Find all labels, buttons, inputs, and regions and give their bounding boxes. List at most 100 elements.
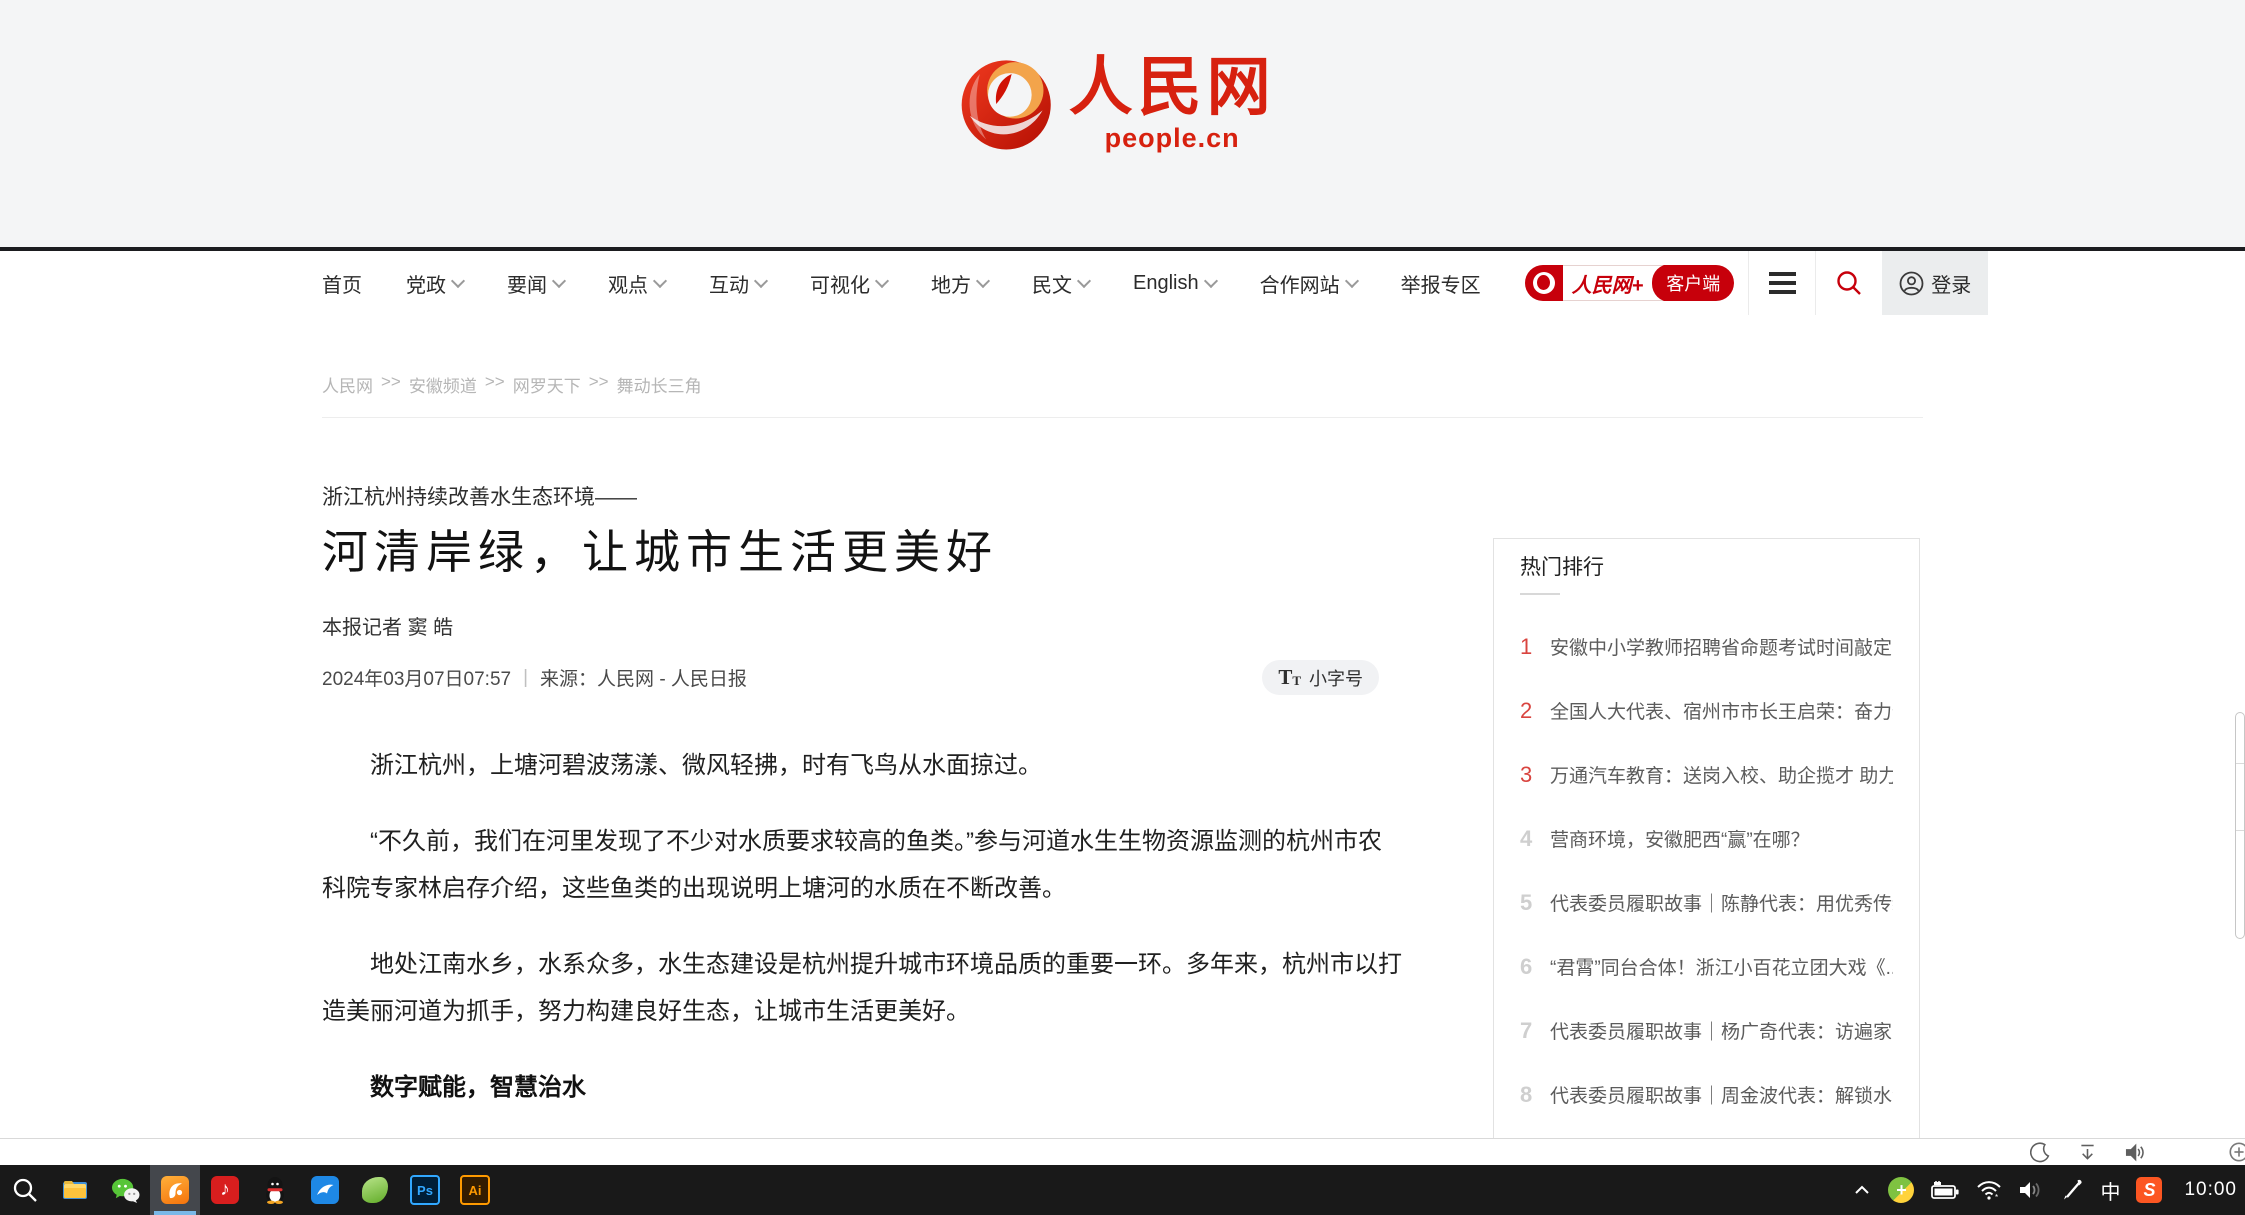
taskbar-thunder[interactable] xyxy=(300,1165,350,1215)
breadcrumb-link[interactable]: 安徽频道 xyxy=(409,372,477,397)
site-header: 人民网 people.cn xyxy=(0,0,2245,247)
breadcrumb-separator: >> xyxy=(381,372,401,397)
chevron-down-icon xyxy=(754,273,768,287)
badge-brand-text: 人民网+ xyxy=(1563,269,1653,298)
netease-music-icon: ♪ xyxy=(211,1176,239,1204)
people-cn-logo-icon xyxy=(957,52,1057,156)
search-button[interactable] xyxy=(1816,251,1882,315)
coreldraw-icon xyxy=(362,1177,388,1203)
breadcrumb-separator: >> xyxy=(485,372,505,397)
volume-icon[interactable] xyxy=(2018,1178,2044,1202)
article-kicker: 浙江杭州持续改善水生态环境—— xyxy=(322,481,637,511)
nav-item-guandian[interactable]: 观点 xyxy=(608,269,665,298)
article-subheading: 数字赋能，智慧治水 xyxy=(322,1064,1402,1111)
nav-item-home[interactable]: 首页 xyxy=(322,269,362,298)
nav-item-jubaozhuanqu[interactable]: 举报专区 xyxy=(1401,269,1481,298)
hot-ranking-list: 1安徽中小学教师招聘省命题考试时间敲定 ... 2全国人大代表、宿州市市长王启荣… xyxy=(1520,633,1893,1148)
menu-button[interactable] xyxy=(1749,251,1815,315)
login-label: 登录 xyxy=(1931,269,1971,298)
taskbar-apps: ♪ xyxy=(0,1165,500,1215)
list-item[interactable]: 6“君霄”同台合体！浙江小百花立团大戏《... xyxy=(1520,953,1893,979)
search-icon xyxy=(1835,269,1863,297)
breadcrumb-divider xyxy=(322,417,1923,418)
article-paragraph: “不久前，我们在河里发现了不少对水质要求较高的鱼类。”参与河道水生生物资源监测的… xyxy=(322,818,1402,912)
nav-items: 首页 党政 要闻 观点 互动 可视化 地方 民文 English 合作网站 举报… xyxy=(322,251,1988,315)
nav-item-minwen[interactable]: 民文 xyxy=(1032,269,1089,298)
browser-bottom-toolbar xyxy=(0,1138,2245,1166)
list-item[interactable]: 8代表委员履职故事｜周金波代表：解锁水泥... xyxy=(1520,1081,1893,1107)
site-logo[interactable]: 人民网 people.cn xyxy=(957,52,1276,156)
list-item[interactable]: 1安徽中小学教师招聘省命题考试时间敲定 ... xyxy=(1520,633,1893,659)
nav-item-yaowen[interactable]: 要闻 xyxy=(507,269,564,298)
chevron-down-icon xyxy=(1077,273,1091,287)
nav-item-hudong[interactable]: 互动 xyxy=(709,269,766,298)
article-meta: 2024年03月07日07:57 | 来源： 人民网 - 人民日报 xyxy=(322,664,747,691)
font-size-icon: T T xyxy=(1278,667,1301,688)
ime-indicator[interactable]: 中 xyxy=(2100,1176,2120,1205)
logo-domain: people.cn xyxy=(1105,123,1240,154)
article-paragraph: 浙江杭州，上塘河碧波荡漾、微风轻拂，时有飞鸟从水面掠过。 xyxy=(322,742,1402,789)
article-author: 本报记者 窦 皓 xyxy=(322,611,453,640)
chevron-down-icon xyxy=(653,273,667,287)
svg-text:*: * xyxy=(1995,1193,1998,1202)
thunder-icon xyxy=(311,1176,339,1204)
screen: 人民网 people.cn 首页 党政 要闻 观点 互动 可视化 地方 民文 E… xyxy=(0,0,2245,1215)
login-button[interactable]: 登录 xyxy=(1882,251,1988,315)
taskbar-photoshop[interactable]: Ps xyxy=(400,1165,450,1215)
meta-separator: | xyxy=(523,667,528,689)
font-size-label: 小字号 xyxy=(1309,665,1363,691)
taskbar-illustrator[interactable]: Ai xyxy=(450,1165,500,1215)
font-size-button[interactable]: T T 小字号 xyxy=(1262,660,1379,695)
breadcrumb: 人民网 >> 安徽频道 >> 网罗天下 >> 舞动长三角 xyxy=(322,372,702,397)
file-explorer-icon xyxy=(61,1176,89,1204)
hot-ranking-underline xyxy=(1520,593,1560,595)
taskbar-file-explorer[interactable] xyxy=(50,1165,100,1215)
taskbar-qq[interactable] xyxy=(250,1165,300,1215)
taskbar-clock[interactable]: 10:00 xyxy=(2184,1179,2237,1201)
taskbar-search-button[interactable] xyxy=(0,1165,50,1215)
user-icon xyxy=(1899,271,1924,296)
wechat-icon xyxy=(111,1177,140,1204)
page-title: 河清岸绿，让城市生活更美好 xyxy=(322,516,998,582)
article-paragraph: 地处江南水乡，水系众多，水生态建设是杭州提升城市环境品质的重要一环。多年来，杭州… xyxy=(322,941,1402,1035)
hot-ranking-panel: 热门排行 1安徽中小学教师招聘省命题考试时间敲定 ... 2全国人大代表、宿州市… xyxy=(1493,538,1920,1148)
list-item[interactable]: 4营商环境，安徽肥西“赢”在哪？ xyxy=(1520,825,1893,851)
nav-item-keshihua[interactable]: 可视化 xyxy=(810,269,887,298)
nav-item-difang[interactable]: 地方 xyxy=(931,269,988,298)
scrollbar-thumb[interactable] xyxy=(2235,712,2245,939)
wifi-icon[interactable]: * xyxy=(1976,1178,2002,1202)
list-item[interactable]: 2全国人大代表、宿州市市长王启荣：奋力追... xyxy=(1520,697,1893,723)
list-item[interactable]: 7代表委员履职故事｜杨广奇代表：访遍家家... xyxy=(1520,1017,1893,1043)
chevron-down-icon xyxy=(552,273,566,287)
taskbar-netease-music[interactable]: ♪ xyxy=(200,1165,250,1215)
add-tab-icon[interactable] xyxy=(2228,1141,2245,1163)
taskbar-wechat[interactable] xyxy=(100,1165,150,1215)
nav-item-english[interactable]: English xyxy=(1133,272,1216,295)
taskbar-coreldraw[interactable] xyxy=(350,1165,400,1215)
sogou-input-icon[interactable]: S xyxy=(2136,1177,2162,1203)
battery-icon[interactable] xyxy=(1930,1178,1960,1202)
people-app-badge[interactable]: 人民网+ 客户端 xyxy=(1525,265,1735,301)
taskbar: ♪ xyxy=(0,1165,2245,1215)
360-safe-icon[interactable]: + xyxy=(1888,1177,1914,1203)
taskbar-uc-browser[interactable] xyxy=(150,1165,200,1215)
sound-icon[interactable] xyxy=(2124,1142,2147,1163)
article-meta-row: 2024年03月07日07:57 | 来源： 人民网 - 人民日报 T T 小字… xyxy=(322,660,1379,695)
photoshop-icon: Ps xyxy=(410,1175,440,1205)
nav-item-dangzheng[interactable]: 党政 xyxy=(406,269,463,298)
list-item[interactable]: 5代表委员履职故事｜陈静代表：用优秀传统... xyxy=(1520,889,1893,915)
article-source[interactable]: 人民网 - 人民日报 xyxy=(597,664,747,691)
nav-item-hezuowangzhan[interactable]: 合作网站 xyxy=(1260,269,1357,298)
logo-chinese: 人民网 xyxy=(1069,55,1276,121)
list-item[interactable]: 3万通汽车教育：送岗入校、助企揽才 助力... xyxy=(1520,761,1893,787)
pen-input-icon[interactable] xyxy=(2060,1178,2084,1202)
chevron-down-icon xyxy=(1345,273,1359,287)
breadcrumb-link[interactable]: 舞动长三角 xyxy=(617,372,702,397)
tray-chevron-up-icon[interactable] xyxy=(1852,1180,1872,1200)
breadcrumb-link[interactable]: 人民网 xyxy=(322,372,373,397)
logo-text: 人民网 people.cn xyxy=(1069,55,1276,154)
download-icon[interactable] xyxy=(2077,1142,2098,1163)
breadcrumb-link[interactable]: 网罗天下 xyxy=(513,372,581,397)
hamburger-icon xyxy=(1769,281,1796,285)
night-mode-icon[interactable] xyxy=(2030,1142,2051,1163)
